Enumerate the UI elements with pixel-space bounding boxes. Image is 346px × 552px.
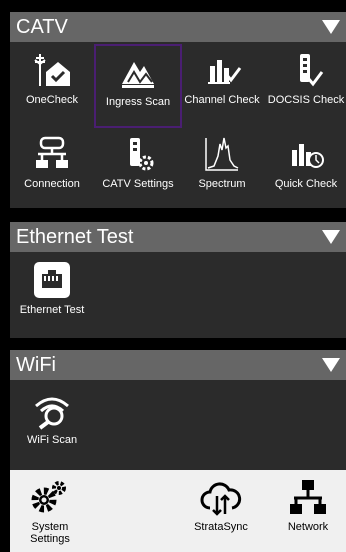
ethernet-section-body: Ethernet Test: [10, 252, 346, 338]
system-settings-label-line1: System: [31, 521, 69, 533]
wifi-section-body: WiFi Scan: [10, 380, 346, 470]
network-label: Network: [287, 521, 329, 533]
tile-ingress-scan[interactable]: Ingress Scan: [94, 44, 182, 128]
catv-section-body: OneCheck Ingress Scan Channel Check DOCS…: [10, 42, 346, 208]
catv-settings-icon: [130, 138, 154, 171]
system-settings-label-line2: Settings: [30, 533, 70, 545]
catv-section-header[interactable]: CATV: [10, 12, 346, 42]
tile-label: CATV Settings: [102, 178, 174, 190]
gears-icon: [31, 481, 66, 513]
channel-check-icon: [208, 60, 242, 84]
tile-wifi-scan[interactable]: WiFi Scan: [10, 390, 94, 462]
tile-channel-check[interactable]: Channel Check: [180, 50, 264, 122]
wifi-scan-icon: [35, 397, 69, 430]
tile-label: WiFi Scan: [26, 434, 78, 446]
tile-ethernet-test[interactable]: Ethernet Test: [10, 260, 94, 332]
stratasync-button[interactable]: StrataSync: [186, 478, 256, 533]
wifi-section-title: WiFi: [16, 353, 56, 376]
bottom-toolbar: System Settings StrataSync Network: [10, 470, 346, 552]
docsis-check-icon: [300, 54, 324, 87]
network-icon: [290, 480, 326, 514]
app-window: CATV OneCheck Ingress Scan Channel Check…: [0, 0, 346, 552]
tile-label: Channel Check: [184, 94, 260, 106]
spectrum-icon: [205, 137, 239, 171]
network-button[interactable]: Network: [276, 478, 340, 533]
tile-label: Connection: [24, 178, 80, 190]
onecheck-icon: [34, 54, 70, 86]
cloud-sync-icon: [200, 482, 242, 516]
tile-docsis-check[interactable]: DOCSIS Check: [264, 50, 346, 122]
connection-icon: [36, 136, 68, 168]
ingress-scan-icon: [122, 62, 154, 88]
quick-check-icon: [292, 144, 324, 168]
ethernet-section-header[interactable]: Ethernet Test: [10, 222, 346, 252]
ethernet-section-title: Ethernet Test: [16, 225, 134, 248]
tile-label: Ethernet Test: [19, 304, 85, 316]
ethernet-icon: [34, 262, 70, 298]
wifi-section-header[interactable]: WiFi: [10, 350, 346, 380]
tile-label: OneCheck: [26, 94, 78, 106]
tile-quick-check[interactable]: Quick Check: [264, 134, 346, 206]
collapse-chevron-icon[interactable]: [322, 20, 340, 34]
tile-onecheck[interactable]: OneCheck: [10, 50, 94, 122]
stratasync-label: StrataSync: [194, 521, 248, 533]
catv-section-title: CATV: [16, 15, 68, 38]
collapse-chevron-icon[interactable]: [322, 358, 340, 372]
tile-label: Quick Check: [274, 178, 338, 190]
tile-label: Ingress Scan: [105, 96, 171, 108]
system-settings-button[interactable]: System Settings: [16, 478, 84, 545]
collapse-chevron-icon[interactable]: [322, 230, 340, 244]
tile-catv-settings[interactable]: CATV Settings: [96, 134, 180, 206]
tile-label: Spectrum: [198, 178, 246, 190]
tile-label: DOCSIS Check: [267, 94, 345, 106]
tile-connection[interactable]: Connection: [10, 134, 94, 206]
tile-spectrum[interactable]: Spectrum: [180, 134, 264, 206]
